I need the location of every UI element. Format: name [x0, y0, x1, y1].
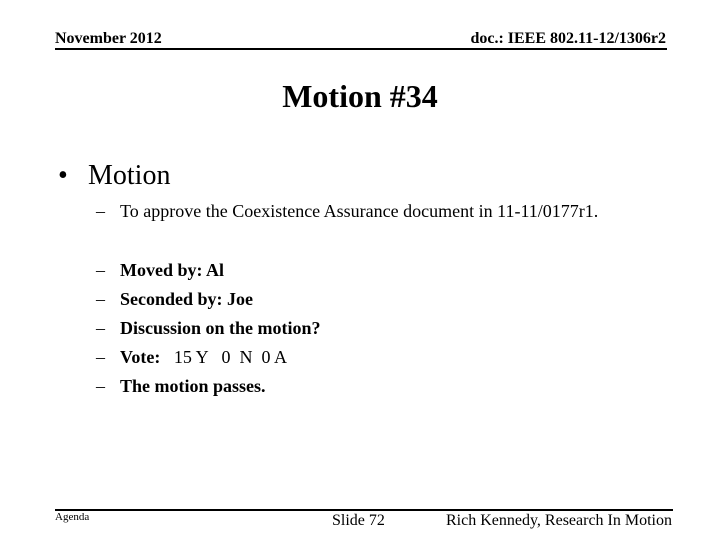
- bullet-icon: •: [58, 160, 68, 191]
- footer-author: Rich Kennedy, Research In Motion: [445, 512, 672, 529]
- seconded-by: Seconded by: Joe: [120, 289, 254, 309]
- header-divider: [55, 48, 667, 50]
- footer-section: Agenda: [55, 511, 90, 523]
- dash-icon: –: [96, 376, 105, 396]
- vote-result: 15 Y 0 N 0 A: [160, 347, 287, 367]
- list-item: – The motion passes.: [96, 374, 321, 403]
- motion-text-label: To approve the Coexistence Assurance doc…: [120, 201, 599, 221]
- dash-icon: –: [96, 201, 105, 221]
- list-item: – Vote: 15 Y 0 N 0 A: [96, 345, 321, 374]
- dash-icon: –: [96, 318, 105, 338]
- header-doc-id: doc.: IEEE 802.11-12/1306r2: [470, 30, 666, 47]
- slide-title: Motion #34: [282, 78, 438, 114]
- bullet-motion: • Motion: [58, 160, 170, 192]
- motion-text: – To approve the Coexistence Assurance do…: [96, 201, 598, 222]
- dash-icon: –: [96, 260, 105, 280]
- header-date: November 2012: [55, 30, 162, 47]
- list-item: – Moved by: Al: [96, 258, 321, 287]
- dash-icon: –: [96, 347, 105, 367]
- dash-icon: –: [96, 289, 105, 309]
- list-item: – Discussion on the motion?: [96, 316, 321, 345]
- bullet-label: Motion: [88, 160, 171, 191]
- list-item: – Seconded by: Joe: [96, 287, 321, 316]
- slide-number: Slide 72: [332, 512, 385, 529]
- moved-by: Moved by: Al: [120, 260, 225, 280]
- motion-outcome: The motion passes.: [120, 376, 266, 396]
- footer-divider: [55, 509, 673, 511]
- discussion: Discussion on the motion?: [120, 318, 321, 338]
- vote-label: Vote:: [120, 347, 161, 367]
- motion-details-list: – Moved by: Al – Seconded by: Joe – Discuss…: [96, 258, 321, 403]
